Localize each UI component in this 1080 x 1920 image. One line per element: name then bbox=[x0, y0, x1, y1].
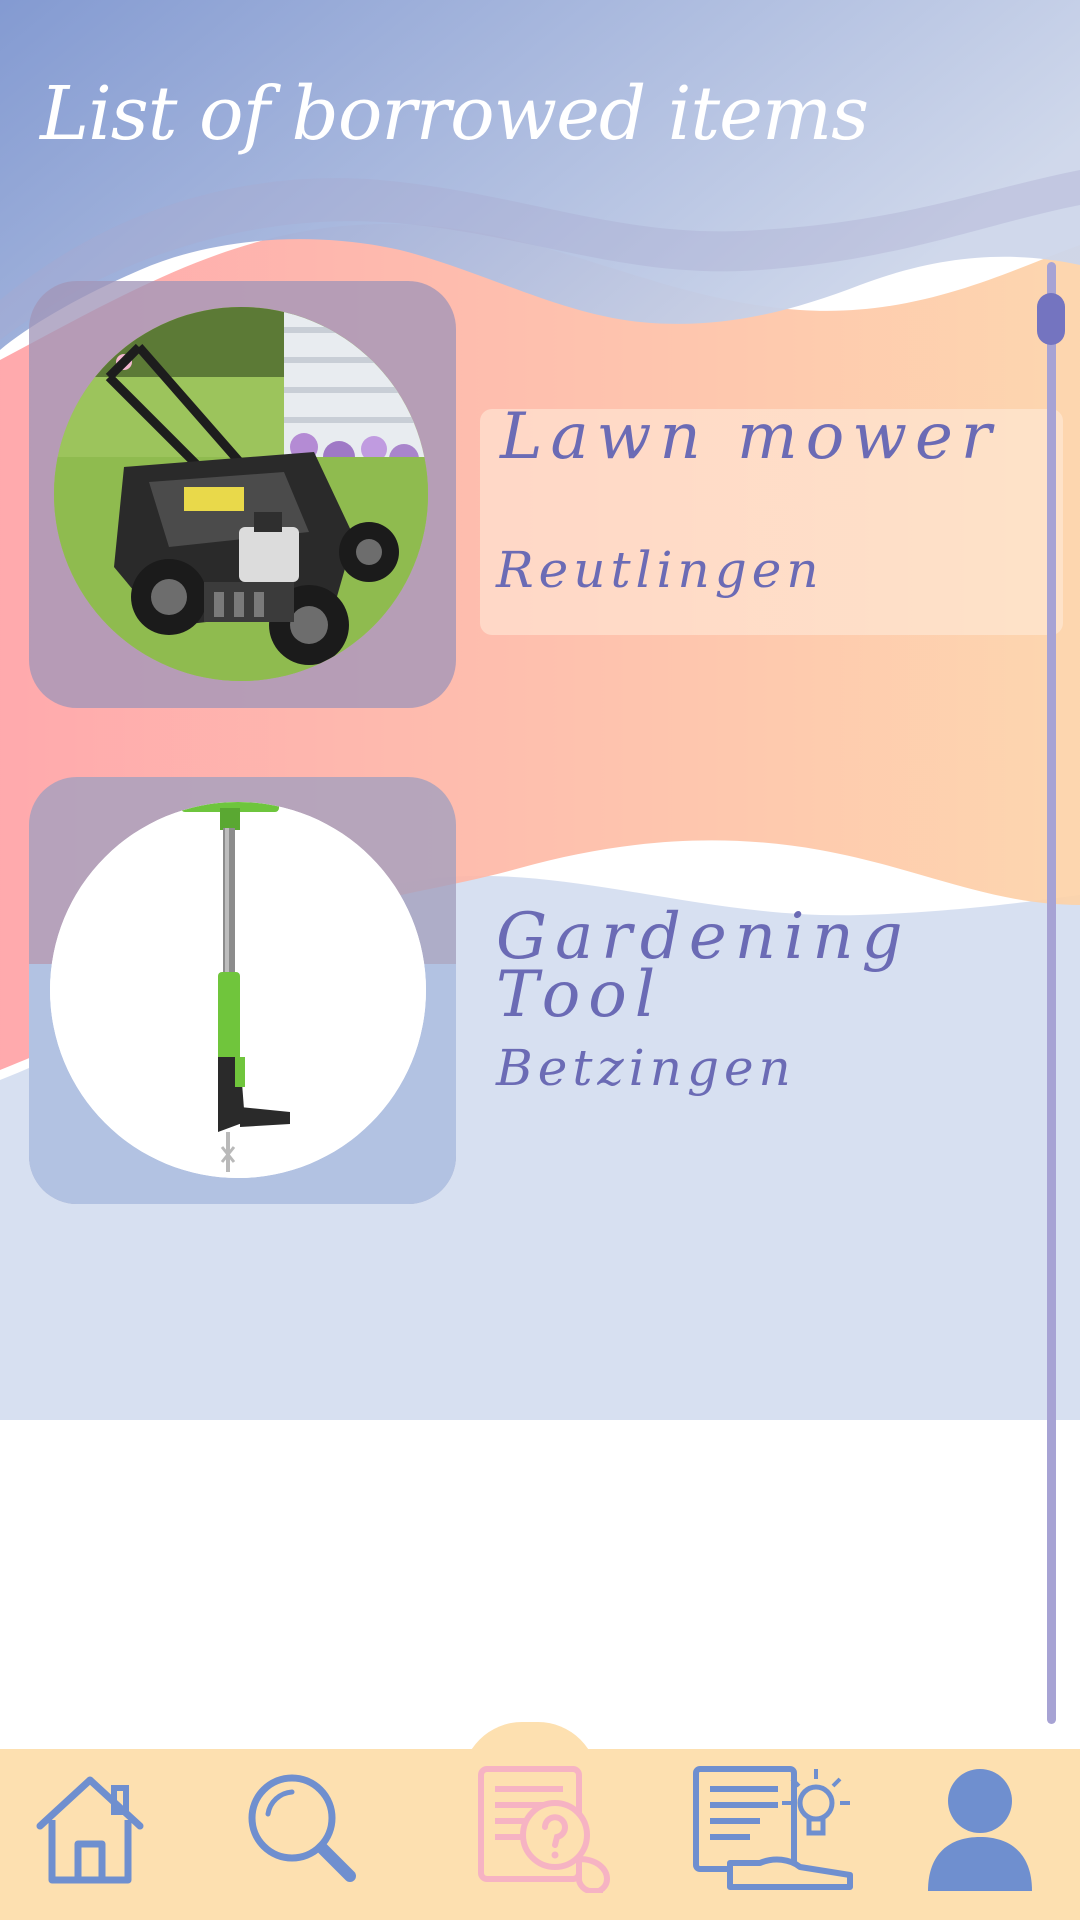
nav-profile[interactable] bbox=[920, 1763, 1040, 1893]
scrollbar-track[interactable] bbox=[1047, 262, 1056, 1724]
home-icon bbox=[36, 1776, 144, 1884]
weeder-tool-photo bbox=[50, 802, 426, 1178]
offer-idea-icon bbox=[693, 1766, 853, 1890]
item-name[interactable]: Gardening Tool bbox=[496, 905, 1036, 1027]
help-request-icon bbox=[478, 1766, 611, 1893]
search-icon bbox=[248, 1774, 356, 1882]
nav-offer-ideas[interactable] bbox=[690, 1763, 860, 1893]
item-location: Betzingen bbox=[496, 1039, 796, 1097]
scrollbar-thumb[interactable] bbox=[1037, 293, 1065, 345]
page-title: List of borrowed items bbox=[40, 71, 869, 157]
profile-icon bbox=[928, 1769, 1032, 1891]
screen: List of borrowed items Lawn mower Reutli… bbox=[0, 0, 1080, 1920]
nav-home[interactable] bbox=[30, 1763, 150, 1893]
nav-help-requests[interactable] bbox=[475, 1763, 615, 1893]
nav-search[interactable] bbox=[242, 1763, 362, 1893]
item-location: Reutlingen bbox=[496, 541, 824, 599]
lawn-mower-photo bbox=[54, 307, 428, 681]
item-name[interactable]: Lawn mower bbox=[500, 405, 999, 469]
